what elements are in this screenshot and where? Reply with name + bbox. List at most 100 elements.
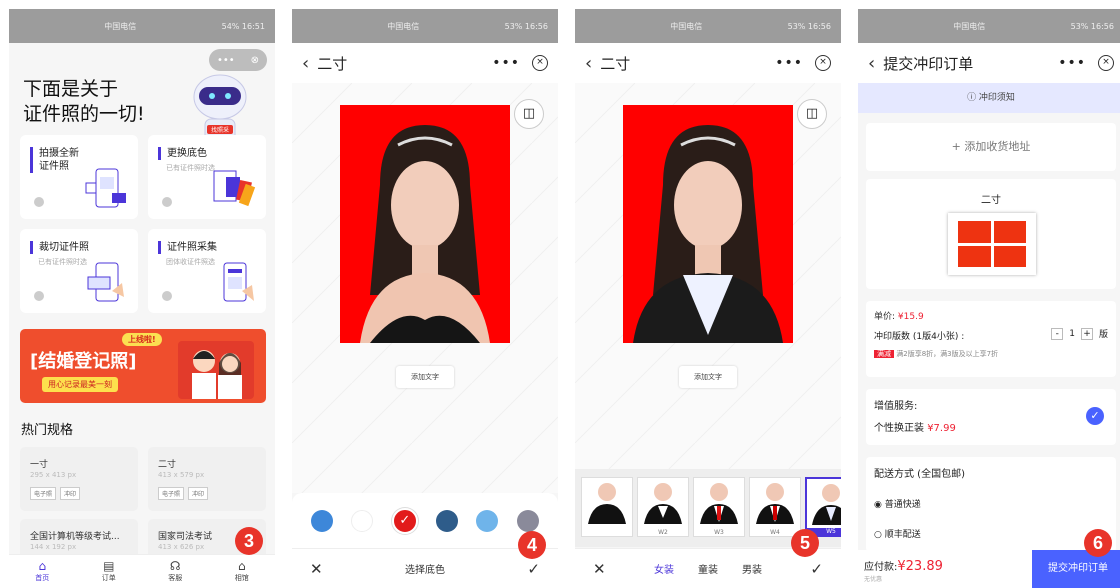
pay-amount: ¥23.89 — [897, 559, 943, 574]
close-icon[interactable]: × — [1098, 55, 1114, 71]
add-address-button[interactable]: + 添加收货地址 — [866, 123, 1116, 171]
spec-two-inch[interactable]: 二寸 413 x 579 px 电子照 冲印 — [148, 447, 266, 511]
compare-icon[interactable]: ◫ — [797, 99, 827, 129]
promo-row: 满减 满2版享8折，满3版及以上享7折 — [874, 349, 998, 359]
carrier-label: 中国电信 — [104, 21, 137, 31]
quantity-unit: 版 — [1098, 330, 1108, 340]
checkout-footer: 应付款:¥23.89 无优惠 提交冲印订单 — [858, 550, 1120, 588]
tab-home[interactable]: ⌂ 首页 — [9, 555, 76, 588]
outfit-option-w5-selected[interactable]: W5 — [805, 477, 841, 537]
outfit-thumb-icon — [700, 483, 738, 524]
step-marker: 6 — [1084, 529, 1112, 557]
bottom-label: 选择底色 — [405, 565, 445, 576]
spec-computer-exam[interactable]: 全国计算机等级考试... 144 x 192 px — [20, 519, 138, 559]
chip-digital: 电子照 — [30, 487, 57, 500]
back-icon[interactable]: ‹ — [868, 53, 875, 74]
tab-studio[interactable]: ⌂ 相馆 — [209, 555, 276, 588]
card-title-line1: 拍摄全新 — [39, 148, 79, 159]
card-photo-collection[interactable]: 证件照采集 团体收证件照选 — [148, 229, 266, 313]
confirm-icon[interactable]: ✓ — [527, 560, 540, 578]
plus-button[interactable]: + — [1080, 327, 1093, 340]
ship-option-sf[interactable]: ○ 顺丰配送 — [874, 527, 921, 540]
arrow-dot-icon — [162, 197, 172, 207]
service-item-row: 个性换正装 ¥7.99 — [874, 419, 956, 434]
close-icon[interactable]: × — [532, 55, 548, 71]
close-icon[interactable]: × — [815, 55, 831, 71]
carrier-label: 中国电信 — [670, 21, 703, 31]
sheet-photo — [958, 221, 991, 243]
sheet-photo — [993, 245, 1026, 267]
ship-option-label: 普通快递 — [884, 500, 921, 510]
close-icon[interactable]: ⊗ — [251, 55, 259, 66]
swatch-blue[interactable] — [311, 510, 334, 532]
color-swap-illustration-icon — [213, 170, 256, 207]
outfit-label: W2 — [638, 529, 688, 536]
swatch-white[interactable] — [351, 510, 374, 532]
swatch-dark-blue[interactable] — [436, 510, 459, 532]
card-change-background[interactable]: 更换底色 已有证件照时选 — [148, 135, 266, 219]
cancel-icon[interactable]: ✕ — [310, 560, 323, 578]
tab-label: 客服 — [168, 574, 183, 582]
cancel-icon[interactable]: ✕ — [593, 560, 606, 578]
tab-children[interactable]: 童装 — [698, 561, 718, 576]
tab-label: 订单 — [101, 574, 116, 582]
id-photo-preview — [623, 105, 793, 343]
outfit-option[interactable] — [581, 477, 633, 537]
spec-one-inch[interactable]: 一寸 295 x 413 px 电子照 冲印 — [20, 447, 138, 511]
swatch-red-selected[interactable]: ✓ — [391, 508, 418, 534]
add-text-button[interactable]: 添加文字 — [679, 366, 737, 388]
ship-option-standard[interactable]: ◉ 普通快递 — [874, 497, 921, 510]
page-title: 提交冲印订单 — [883, 54, 974, 73]
outfit-option-w4[interactable]: W4 — [749, 477, 801, 537]
swatch-gray[interactable] — [516, 510, 539, 532]
value-added-service[interactable]: 增值服务: 个性换正装 ¥7.99 ✓ — [866, 389, 1116, 445]
compare-icon[interactable]: ◫ — [514, 99, 544, 129]
shipping-label: 配送方式 (全国包邮) — [874, 469, 965, 480]
chip-print: 冲印 — [60, 487, 81, 500]
card-new-photo[interactable]: 拍摄全新 证件照 — [20, 135, 138, 219]
check-icon: ✓ — [399, 513, 411, 528]
id-photo-preview — [340, 105, 510, 343]
more-icon[interactable]: ••• — [217, 55, 235, 66]
status-bar: 中国电信 53% 16:56 — [575, 9, 841, 43]
unit-price-row: 单价: ¥15.9 — [874, 309, 924, 322]
status-bar: 中国电信 53% 16:56 — [858, 9, 1120, 43]
radio-icon: ○ — [874, 530, 882, 540]
spec-name: 二寸 — [158, 460, 177, 470]
submit-order-button[interactable]: 提交冲印订单 — [1032, 550, 1120, 588]
back-icon[interactable]: ‹ — [585, 53, 592, 74]
tab-men[interactable]: 男装 — [742, 561, 762, 576]
price-section: 单价: ¥15.9 冲印版数 (1版4小张) : - 1 + 版 满减 满2版享… — [866, 301, 1116, 377]
card-title: 更换底色 — [158, 147, 207, 160]
tab-women[interactable]: 女装 — [654, 561, 674, 576]
card-subtitle: 已有证件照时选 — [166, 164, 215, 172]
promo-text: 满2版享8折，满3版及以上享7折 — [896, 350, 999, 358]
spec-name: 国家司法考试 — [158, 532, 213, 542]
editor-canvas: ◫ 添加文字 — [575, 83, 841, 493]
phone-camera-illustration-icon — [85, 168, 126, 208]
quantity-stepper: - 1 + 版 — [1051, 327, 1108, 340]
wedding-photo-banner[interactable]: 上线啦! [结婚登记照] 用心记录最美一刻 — [20, 329, 266, 403]
back-icon[interactable]: ‹ — [302, 53, 309, 74]
swatch-light-blue[interactable] — [476, 510, 499, 532]
more-icon[interactable]: ••• — [1058, 55, 1086, 71]
home-icon: ⌂ — [38, 559, 47, 573]
card-crop-photo[interactable]: 裁切证件照 已有证件照时选 — [20, 229, 138, 313]
tab-support[interactable]: ☊ 客服 — [142, 555, 209, 588]
spec-dims: 144 x 192 px — [30, 543, 77, 551]
more-icon[interactable]: ••• — [775, 55, 803, 71]
service-checked-icon[interactable]: ✓ — [1086, 407, 1104, 425]
outfit-option-w3[interactable]: W3 — [693, 477, 745, 537]
more-icon[interactable]: ••• — [492, 55, 520, 71]
carrier-label: 中国电信 — [387, 21, 420, 31]
print-notice-link[interactable]: ⓘ 冲印须知 — [858, 83, 1120, 113]
tab-orders[interactable]: ▤ 订单 — [76, 555, 143, 588]
add-text-button[interactable]: 添加文字 — [396, 366, 454, 388]
confirm-icon[interactable]: ✓ — [810, 560, 823, 578]
sheet-photo — [993, 221, 1026, 243]
card-title: 裁切证件照 — [30, 241, 89, 254]
quantity-label: 冲印版数 (1版4小张) : — [874, 332, 965, 342]
phone-background-editor: 中国电信 53% 16:56 ‹ 二寸 ••• × ◫ 添加文字 ✓ ✕ 选择底色 ✓ 4 — [292, 9, 558, 588]
minus-button[interactable]: - — [1051, 327, 1064, 340]
outfit-option-w2[interactable]: W2 — [637, 477, 689, 537]
